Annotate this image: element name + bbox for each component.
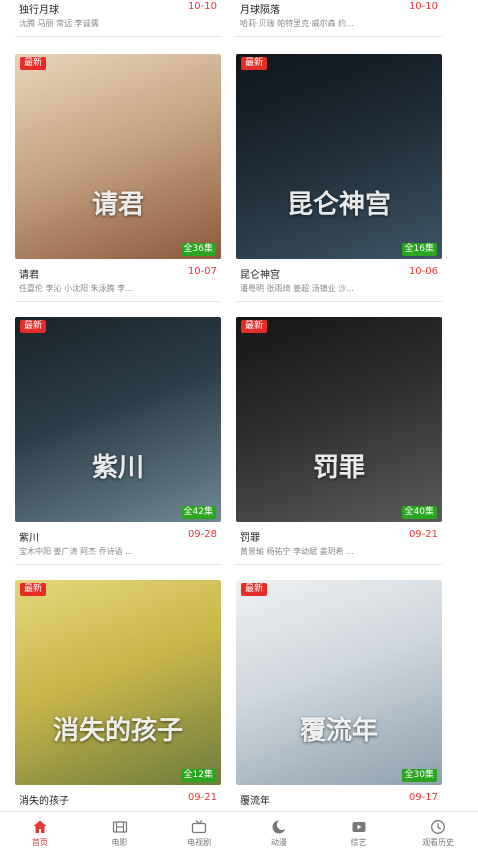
card-title: 独行月球 [19,5,59,16]
new-badge: 最新 [20,57,47,70]
play-icon [352,822,366,832]
episode-badge: 全42集 [180,506,216,519]
tv-icon [192,820,207,834]
card-info: 昆仑神宫 10-06 潘粤明 张雨绮 姜超 汤镇业 沙... [236,259,442,302]
card-date: 10-10 [408,1,438,12]
poster-title-text: 昆仑神宫 [286,190,391,220]
episode-badge: 全16集 [401,243,437,256]
poster-art [15,54,221,259]
poster-image[interactable]: 覆流年 最新 全30集 [236,580,442,785]
card-info: 独行月球 10-10 沈腾 马丽 常远 李诚儒 [15,0,221,37]
tab-tv[interactable]: 电视剧 [159,812,239,852]
tab-variety[interactable]: 综艺 [319,812,399,852]
card-cast: 宝木中阳 姜广涛 阿杰 乔诗语 ... [19,547,133,556]
home-icon [33,820,47,833]
card-cast: 哈莉·贝瑞 帕特里克·威尔森 约... [240,19,354,28]
tab-label: 电影 [111,838,128,847]
card-cast: 潘粤明 张雨绮 姜超 汤镇业 沙... [240,284,354,293]
card-info: 请君 10-07 任嘉伦 李沁 小沈阳 朱泳腾 李... [15,259,221,302]
card-date: 10-06 [408,266,438,277]
card-title: 昆仑神宫 [240,270,280,281]
list-item[interactable]: 独行月球 10-10 沈腾 马丽 常远 李诚儒 [15,0,221,37]
poster-art [236,317,442,522]
tab-label: 动漫 [270,838,287,847]
card-title: 月球陨落 [240,5,280,16]
poster-art [236,580,442,785]
episode-badge: 全12集 [180,769,216,782]
video-card[interactable]: 罚罪 最新 全40集 罚罪 09-21 黄景瑜 杨祐宁 李幼斌 盖玥希 ... [236,317,442,565]
new-badge: 最新 [241,57,268,70]
tab-label: 首页 [31,838,48,847]
card-title: 罚罪 [240,533,260,544]
history-icon [431,820,446,834]
tab-label: 电视剧 [187,838,212,847]
poster-title-text: 罚罪 [312,453,365,483]
video-card[interactable]: 请君 最新 全36集 请君 10-07 任嘉伦 李沁 小沈阳 朱泳腾 李... [15,54,221,302]
poster-image[interactable]: 请君 最新 全36集 [15,54,221,259]
tab-home[interactable]: 首页 [0,812,80,852]
anime-icon [272,820,286,834]
card-cast: 黄景瑜 杨祐宁 李幼斌 盖玥希 ... [240,547,354,556]
card-cast: 任嘉伦 李沁 小沈阳 朱泳腾 李... [19,284,133,293]
poster-title-text: 覆流年 [299,716,378,746]
card-info: 紫川 09-28 宝木中阳 姜广涛 阿杰 乔诗语 ... [15,522,221,565]
video-card[interactable]: 紫川 最新 全42集 紫川 09-28 宝木中阳 姜广涛 阿杰 乔诗语 ... [15,317,221,565]
card-date: 09-17 [408,792,438,803]
episode-badge: 全40集 [401,506,437,519]
card-date: 10-07 [187,266,217,277]
poster-image[interactable]: 消失的孩子 最新 全12集 [15,580,221,785]
poster-image[interactable]: 紫川 最新 全42集 [15,317,221,522]
poster-art [236,54,442,259]
tab-label: 观看历史 [422,838,455,847]
new-badge: 最新 [241,583,268,596]
poster-art [15,317,221,522]
card-title: 紫川 [19,533,39,544]
poster-title-text: 请君 [91,190,144,220]
card-title: 消失的孩子 [19,796,69,807]
bottom-tab-bar: 首页 电影 电视剧 动漫 综艺 观看历史 [0,811,478,852]
poster-image[interactable]: 罚罪 最新 全40集 [236,317,442,522]
card-info: 月球陨落 10-10 哈莉·贝瑞 帕特里克·威尔森 约... [236,0,442,37]
card-info: 罚罪 09-21 黄景瑜 杨祐宁 李幼斌 盖玥希 ... [236,522,442,565]
poster-art [15,580,221,785]
card-cast: 沈腾 马丽 常远 李诚儒 [19,19,99,28]
card-title: 覆流年 [240,796,270,807]
new-badge: 最新 [20,583,47,596]
tab-label: 综艺 [350,838,367,847]
episode-badge: 全36集 [180,243,216,256]
tab-history[interactable]: 观看历史 [398,812,478,852]
card-title: 请君 [19,270,39,281]
card-date: 09-21 [187,792,217,803]
video-card[interactable]: 覆流年 最新 全30集 覆流年 09-17 [236,580,442,828]
new-badge: 最新 [20,320,47,333]
episode-badge: 全30集 [401,769,437,782]
tab-anime[interactable]: 动漫 [239,812,319,852]
video-card[interactable]: 消失的孩子 最新 全12集 消失的孩子 09-21 [15,580,221,828]
film-icon [112,821,127,833]
poster-title-text: 消失的孩子 [52,716,183,746]
video-card[interactable]: 昆仑神宫 最新 全16集 昆仑神宫 10-06 潘粤明 张雨绮 姜超 汤镇业 沙… [236,54,442,302]
card-date: 09-28 [187,529,217,540]
new-badge: 最新 [241,320,268,333]
list-item[interactable]: 月球陨落 10-10 哈莉·贝瑞 帕特里克·威尔森 约... [236,0,442,37]
poster-image[interactable]: 昆仑神宫 最新 全16集 [236,54,442,259]
tab-movie[interactable]: 电影 [80,812,160,852]
card-date: 09-21 [408,529,438,540]
card-date: 10-10 [187,1,217,12]
poster-title-text: 紫川 [91,453,144,483]
